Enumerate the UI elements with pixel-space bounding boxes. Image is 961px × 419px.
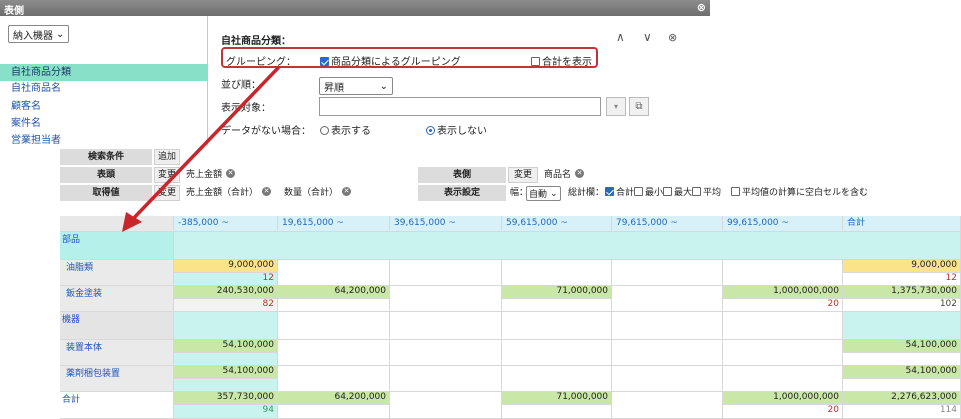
arrow-shaft — [128, 66, 280, 224]
annotation-arrow — [122, 66, 280, 232]
